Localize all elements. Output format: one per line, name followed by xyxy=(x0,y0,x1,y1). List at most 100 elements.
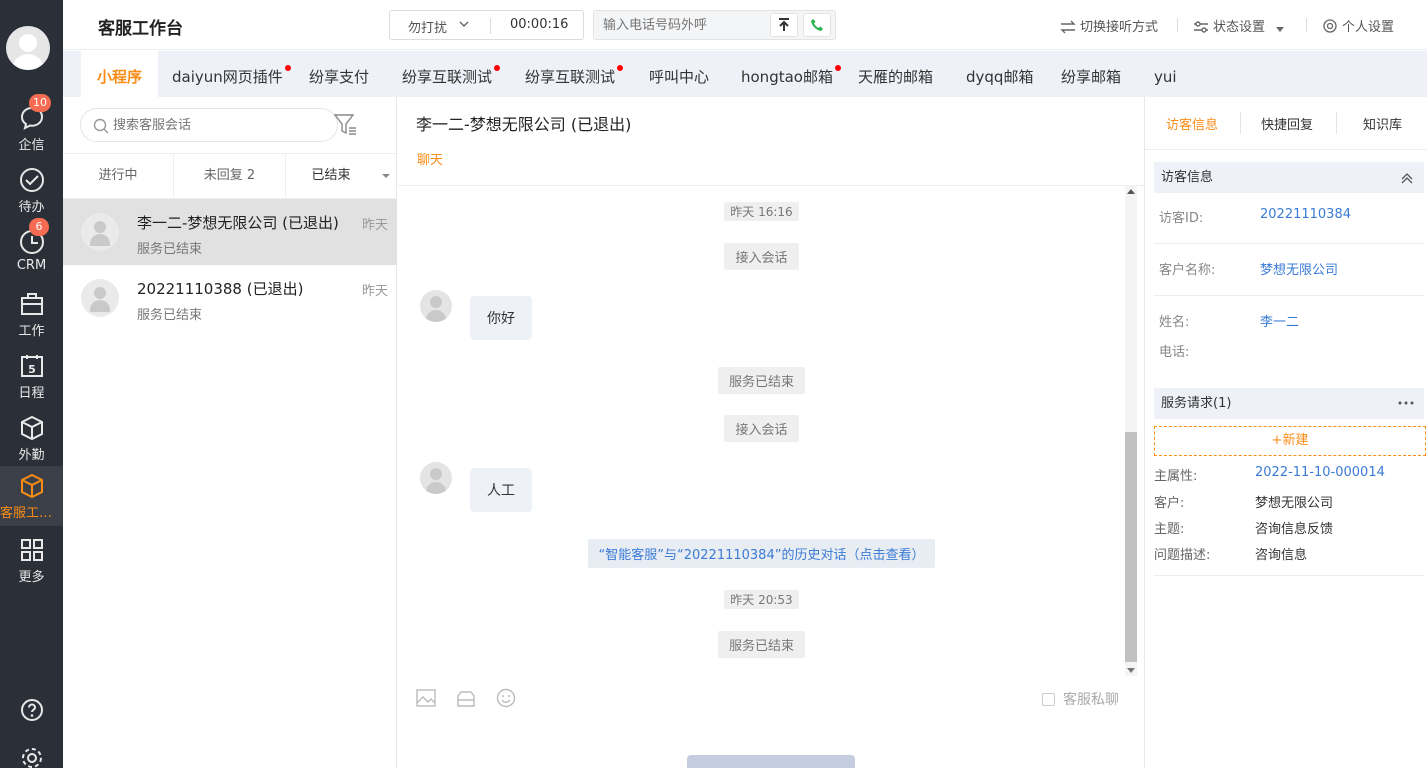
customer-name-label: 客户名称: xyxy=(1159,263,1216,278)
grid-icon xyxy=(20,539,43,561)
status-label: 勿打扰 xyxy=(408,21,448,36)
tab-dyqq-mail[interactable]: dyqq邮箱 xyxy=(950,51,1049,97)
gear-icon xyxy=(1323,19,1337,33)
subtab-unreplied[interactable]: 未回复 2 xyxy=(174,154,285,198)
message-bubble: 你好 xyxy=(470,296,532,340)
folder-icon[interactable] xyxy=(456,690,476,708)
subtab-ended[interactable]: 已结束 xyxy=(286,154,376,198)
tab-visitor-info[interactable]: 访客信息 xyxy=(1166,114,1218,133)
tab-daiyun[interactable]: daiyun网页插件 xyxy=(156,51,299,97)
arrow-up-icon xyxy=(779,18,789,31)
private-chat-checkbox[interactable] xyxy=(1042,693,1055,706)
service-request-header: 服务请求(1) xyxy=(1154,388,1424,419)
top-bar: 客服工作台 勿打扰 00:00:16 切换接听方式 状态设置 个人设置 xyxy=(63,0,1427,50)
tab-tianyan-mail[interactable]: 天雁的邮箱 xyxy=(842,51,949,97)
private-chat-toggle[interactable]: 客服私聊 xyxy=(1042,689,1119,709)
caret-down-icon xyxy=(1276,27,1285,32)
image-icon[interactable] xyxy=(416,689,436,707)
visitor-name[interactable]: 李一二 xyxy=(1260,311,1299,330)
tab-call-center[interactable]: 呼叫中心 xyxy=(633,51,725,97)
filter-icon[interactable] xyxy=(333,112,359,138)
switch-answer-mode[interactable]: 切换接听方式 xyxy=(1060,16,1158,35)
help-button[interactable] xyxy=(0,698,63,726)
tab-fx-test-2[interactable]: 纷享互联测试 xyxy=(509,51,631,97)
session-subtabs: 进行中 未回复 2 已结束 xyxy=(63,153,397,199)
nav-item-schedule[interactable]: 5 日程 xyxy=(0,346,63,404)
nav-item-field[interactable]: 外勤 xyxy=(0,408,63,466)
phone-label: 电话: xyxy=(1159,345,1190,360)
tab-label: 纷享支付 xyxy=(309,68,370,86)
system-message: 服务已结束 xyxy=(398,367,1125,394)
nav-item-more[interactable]: 更多 xyxy=(0,530,63,588)
subtab-in-progress[interactable]: 进行中 xyxy=(63,154,173,198)
nav-item-todo[interactable]: 待办 xyxy=(0,160,63,218)
tab-fxpay[interactable]: 纷享支付 xyxy=(293,51,385,97)
personal-settings[interactable]: 个人设置 xyxy=(1322,16,1394,35)
call-button[interactable] xyxy=(803,13,831,37)
tab-chat[interactable]: 聊天 xyxy=(417,149,443,168)
tab-quick-reply[interactable]: 快捷回复 xyxy=(1261,114,1313,133)
new-request-button[interactable]: +新建 xyxy=(1154,426,1426,456)
status-selector[interactable]: 勿打扰 00:00:16 xyxy=(389,10,584,40)
scrollbar[interactable] xyxy=(1125,186,1137,676)
timestamp: 昨天 16:16 xyxy=(398,202,1125,221)
user-avatar[interactable] xyxy=(6,26,50,70)
visitor-id-label: 访客ID: xyxy=(1159,211,1204,226)
channel-tabs: 小程序 daiyun网页插件 纷享支付 纷享互联测试 纷享互联测试 呼叫中心 h… xyxy=(63,51,1427,97)
phone-icon xyxy=(811,19,823,31)
tab-fx-test-1[interactable]: 纷享互联测试 xyxy=(386,51,508,97)
tab-yui[interactable]: yui xyxy=(1138,51,1193,97)
more-icon[interactable] xyxy=(1398,388,1414,419)
caret-down-icon[interactable] xyxy=(381,172,391,180)
nav-label: CRM xyxy=(16,258,47,273)
avatar xyxy=(420,290,452,322)
nav-label: 外勤 xyxy=(18,448,45,463)
tab-label: dyqq邮箱 xyxy=(966,68,1034,86)
calendar-day: 5 xyxy=(28,363,36,376)
help-icon xyxy=(20,699,43,721)
nav-item-service-desk[interactable]: 客服工作台 xyxy=(0,466,63,526)
history-link[interactable]: “智能客服”与“20221110384”的历史对话（点击查看） xyxy=(398,539,1125,568)
tab-hongtao-mail[interactable]: hongtao邮箱 xyxy=(725,51,849,97)
phone-input[interactable] xyxy=(594,11,764,39)
personal-settings-label: 个人设置 xyxy=(1342,20,1395,35)
visitor-id[interactable]: 20221110384 xyxy=(1260,207,1351,222)
right-panel: 访客信息 快捷回复 知识库 访客信息 访客ID: 20221110384 客户名… xyxy=(1144,97,1427,768)
tab-knowledge-base[interactable]: 知识库 xyxy=(1363,114,1402,133)
send-button[interactable] xyxy=(687,755,855,768)
box-icon xyxy=(20,473,43,499)
emoji-icon[interactable] xyxy=(496,688,516,708)
nav-item-work[interactable]: 工作 xyxy=(0,284,63,342)
status-settings[interactable]: 状态设置 xyxy=(1193,16,1289,35)
avatar xyxy=(420,462,452,494)
session-time: 昨天 xyxy=(361,218,388,233)
chat-title: 李一二-梦想无限公司 (已退出) xyxy=(416,115,632,134)
session-status: 服务已结束 xyxy=(137,242,203,257)
session-name: 20221110388 (已退出) xyxy=(137,280,304,298)
check-circle-icon xyxy=(19,168,44,192)
tab-miniprogram[interactable]: 小程序 xyxy=(81,51,159,97)
customer-name[interactable]: 梦想无限公司 xyxy=(1260,259,1338,278)
subject-label: 主题: xyxy=(1154,522,1185,537)
session-status: 服务已结束 xyxy=(137,308,203,323)
tab-label: yui xyxy=(1154,68,1177,86)
customer-label: 客户: xyxy=(1154,496,1185,511)
visitor-info-header[interactable]: 访客信息 xyxy=(1154,162,1424,193)
session-item[interactable]: 李一二-梦想无限公司 (已退出) 服务已结束 昨天 xyxy=(63,199,397,265)
settings-button[interactable] xyxy=(0,746,63,768)
tab-fx-mail[interactable]: 纷享邮箱 xyxy=(1045,51,1137,97)
session-search-input[interactable] xyxy=(113,115,323,135)
chevron-up-double-icon[interactable] xyxy=(1400,162,1414,193)
session-item[interactable]: 20221110388 (已退出) 服务已结束 昨天 xyxy=(63,265,397,331)
nav-label: 工作 xyxy=(18,324,45,339)
main-attr-label: 主属性: xyxy=(1154,469,1198,484)
avatar xyxy=(81,279,119,317)
cube-icon xyxy=(20,415,43,441)
briefcase-icon xyxy=(20,293,43,315)
messages-badge: 10 xyxy=(29,94,51,112)
section-title: 访客信息 xyxy=(1161,170,1214,185)
nav-item-messages[interactable]: 10 企信 xyxy=(0,94,63,156)
nav-item-crm[interactable]: 6 CRM xyxy=(0,218,63,280)
upload-button[interactable] xyxy=(770,13,798,37)
request-main-attr[interactable]: 2022-11-10-000014 xyxy=(1255,465,1385,480)
